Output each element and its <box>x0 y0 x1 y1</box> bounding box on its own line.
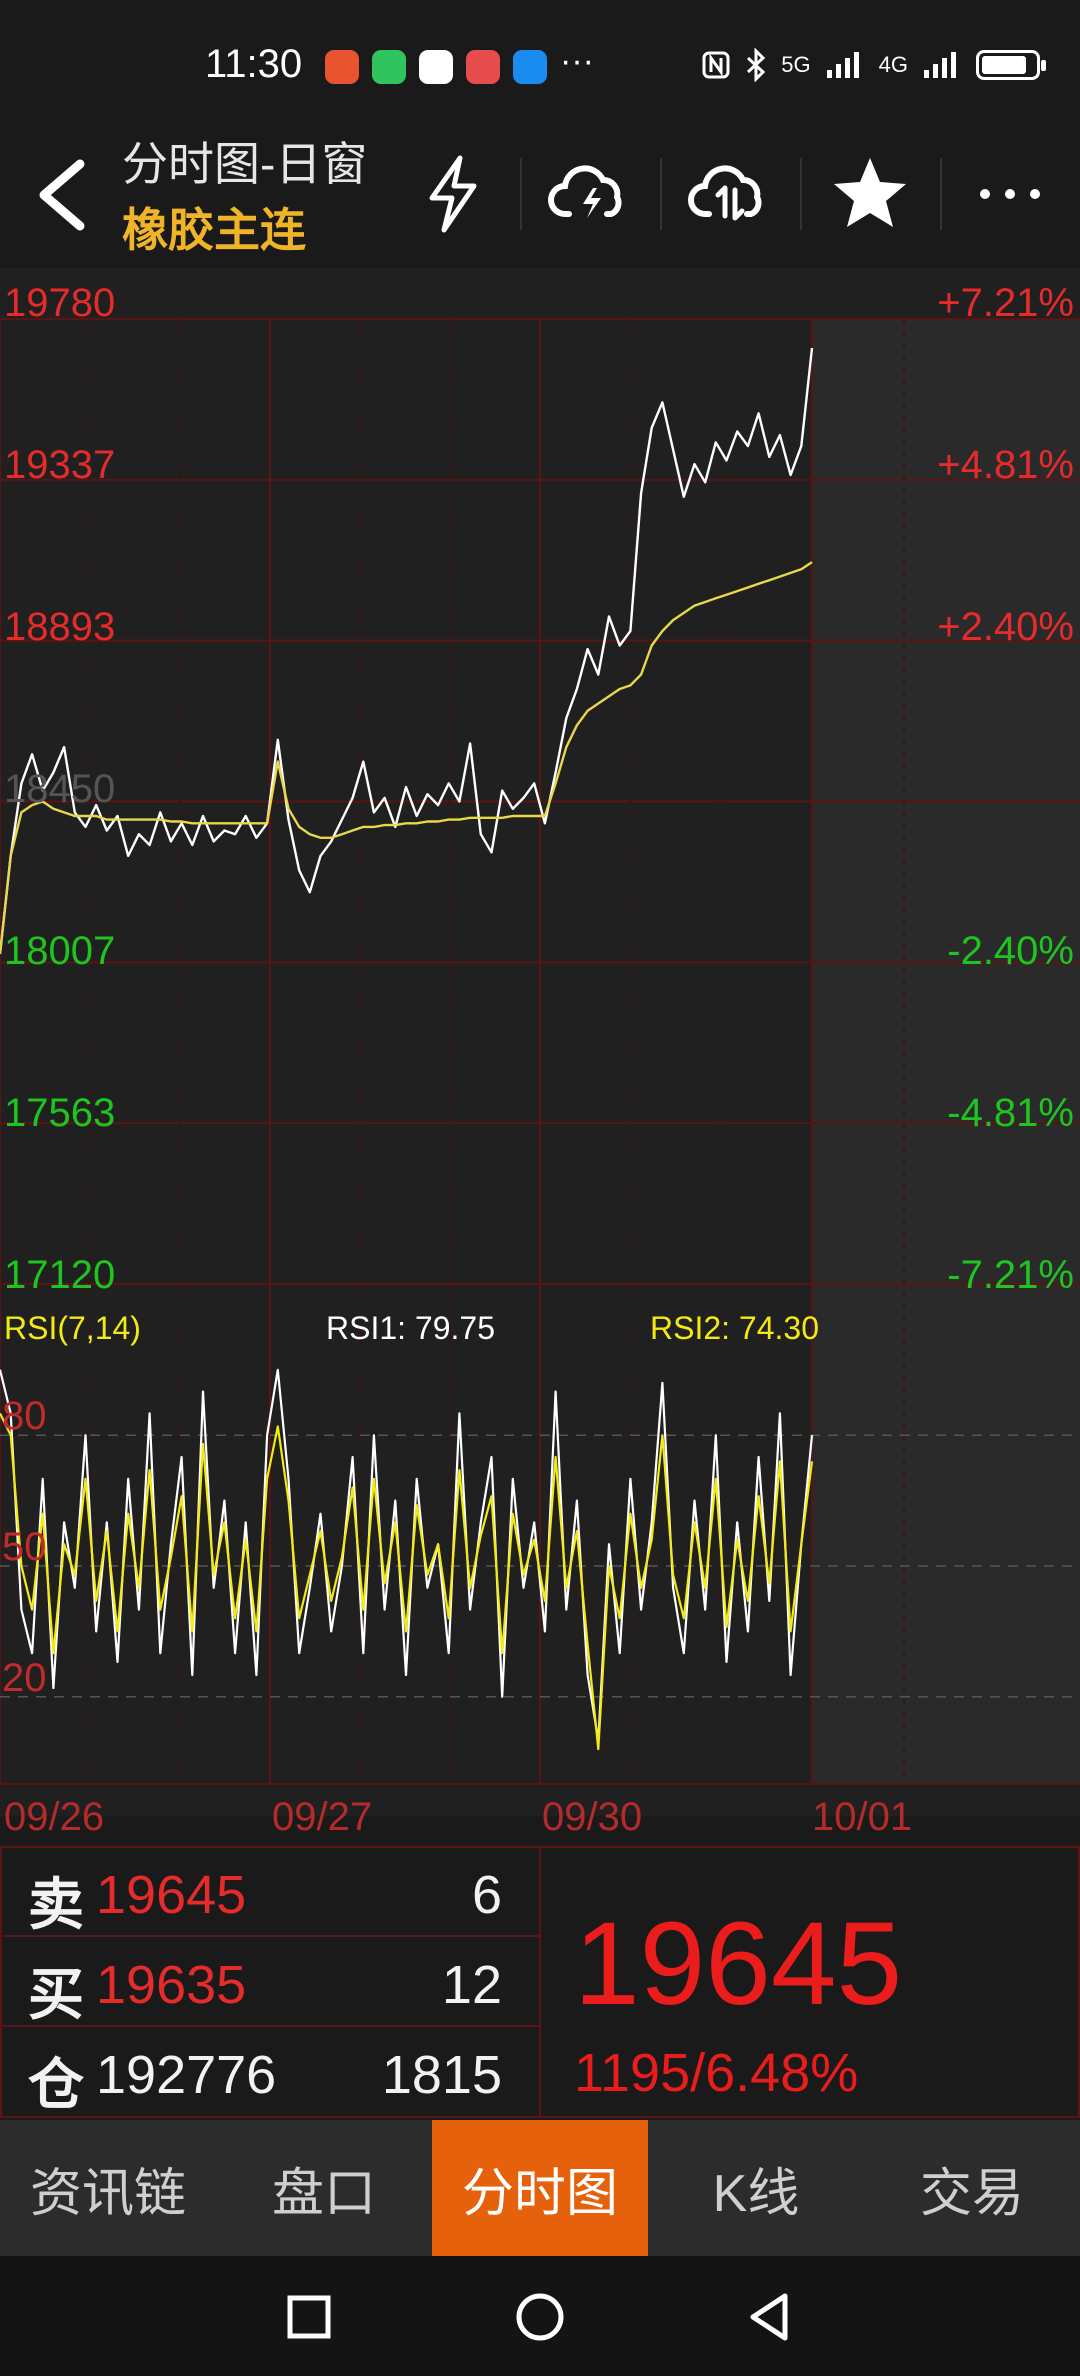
y-tick-left: 18450 <box>4 767 116 811</box>
y-tick-left: 18893 <box>4 605 116 649</box>
y-tick-left: 17563 <box>4 1091 116 1135</box>
more-notifications-icon: ··· <box>560 42 594 80</box>
rsi1-value: RSI1: 79.75 <box>326 1310 495 1346</box>
shield-icon <box>419 50 453 84</box>
signal-4g-label: 4G <box>878 52 908 77</box>
header-divider <box>800 158 802 230</box>
y-tick-right: +2.40% <box>937 605 1074 649</box>
contract-name: 橡胶主连 <box>122 204 306 256</box>
system-nav-bar <box>0 2256 1080 2376</box>
tab-trade[interactable]: 交易 <box>864 2120 1080 2256</box>
status-indicators: 5G 4G <box>701 48 1046 82</box>
y-tick-left: 18007 <box>4 929 116 973</box>
y-tick-left: 19780 <box>4 281 116 325</box>
rsi-title: RSI(7,14) <box>4 1310 141 1346</box>
recent-apps-icon[interactable] <box>274 2282 344 2352</box>
x-tick: 09/27 <box>272 1795 373 1839</box>
bluetooth-icon <box>747 48 766 82</box>
app-notification-icon <box>325 50 359 84</box>
cloud-lightning-icon[interactable] <box>545 148 635 238</box>
x-tick: 10/01 <box>812 1795 913 1839</box>
buy-row: 买 19635 12 <box>0 1936 538 2026</box>
rsi-y-tick: 80 <box>2 1394 47 1438</box>
y-tick-right: +7.21% <box>937 281 1074 325</box>
bottom-tab-bar: 资讯链 盘口 分时图 K线 交易 <box>0 2120 1080 2256</box>
y-tick-left: 17120 <box>4 1253 116 1297</box>
status-bar: 11:30 ··· 5G 4G <box>0 0 1080 120</box>
tab-order-book[interactable]: 盘口 <box>216 2120 432 2256</box>
app-header: 分时图-日窗 橡胶主连 <box>0 120 1080 268</box>
signal-5g-label: 5G <box>781 52 811 77</box>
last-price: 19645 <box>574 1898 903 2030</box>
more-icon[interactable] <box>965 148 1055 238</box>
signal-bars-icon <box>924 52 956 78</box>
rsi-y-tick: 50 <box>2 1525 47 1569</box>
sell-label: 卖 <box>28 1873 84 1936</box>
y-tick-right: -4.81% <box>947 1091 1074 1135</box>
y-tick-right: -7.21% <box>947 1253 1074 1297</box>
sell-qty: 6 <box>471 1865 502 1925</box>
buy-price: 19635 <box>96 1955 247 2015</box>
home-icon[interactable] <box>505 2282 575 2352</box>
y-tick-left: 19337 <box>4 443 116 487</box>
tab-intraday[interactable]: 分时图 <box>432 2120 648 2256</box>
page-title: 分时图-日窗 <box>122 138 368 190</box>
buy-qty: 12 <box>441 1955 502 2015</box>
x-tick: 09/26 <box>4 1795 105 1839</box>
header-divider <box>520 158 522 230</box>
header-divider <box>940 158 942 230</box>
rsi2-value: RSI2: 74.30 <box>650 1310 819 1346</box>
intraday-chart[interactable]: 19780 19337 18893 18450 18007 17563 1712… <box>0 268 1080 1839</box>
chart-canvas[interactable] <box>0 268 1080 1816</box>
x-tick: 09/30 <box>542 1795 643 1839</box>
price-change: 1195/6.48% <box>574 2043 859 2103</box>
tab-kline[interactable]: K线 <box>648 2120 864 2256</box>
oi-label: 仓 <box>28 2053 84 2116</box>
y-tick-right: +4.81% <box>937 443 1074 487</box>
lightning-icon[interactable] <box>408 148 498 238</box>
huawei-icon <box>466 50 500 84</box>
star-icon[interactable] <box>825 148 915 238</box>
oi-change: 1815 <box>381 2045 502 2105</box>
back-icon[interactable] <box>28 150 98 240</box>
oi-value: 192776 <box>96 2045 277 2105</box>
buy-label: 买 <box>28 1963 84 2026</box>
status-time: 11:30 <box>205 42 303 86</box>
back-nav-icon[interactable] <box>735 2282 805 2352</box>
y-tick-right: -2.40% <box>947 929 1074 973</box>
tab-info-chain[interactable]: 资讯链 <box>0 2120 216 2256</box>
sell-row: 卖 19645 6 <box>0 1846 538 1936</box>
cloud-sync-icon[interactable] <box>685 148 775 238</box>
wechat-icon <box>372 50 406 84</box>
header-divider <box>660 158 662 230</box>
nfc-icon <box>702 51 730 79</box>
quote-panel: 卖 19645 6 买 19635 12 仓 192776 1815 19645… <box>0 1846 1080 2118</box>
battery-icon <box>976 50 1046 80</box>
sell-price: 19645 <box>96 1865 247 1925</box>
rsi-y-tick: 20 <box>2 1656 47 1700</box>
feishu-icon <box>513 50 547 84</box>
open-interest-row: 仓 192776 1815 <box>0 2026 538 2116</box>
signal-bars-icon <box>826 52 859 78</box>
